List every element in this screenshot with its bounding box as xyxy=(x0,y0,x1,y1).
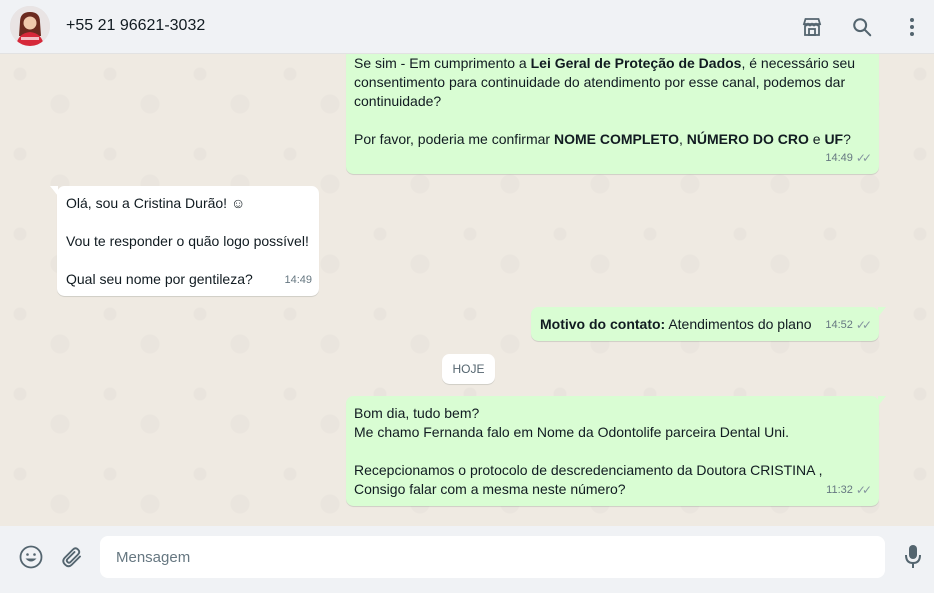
message-text: Se sim - Em cumprimento a Lei Geral de P… xyxy=(354,55,856,147)
message-time: 14:52 xyxy=(825,319,853,331)
message-input[interactable] xyxy=(100,536,885,578)
message-time: 14:49 xyxy=(284,274,312,286)
emoji-icon[interactable] xyxy=(17,543,45,571)
day-divider: HOJE xyxy=(442,354,495,384)
message-meta: 14:49 ✓✓ xyxy=(825,149,872,168)
menu-dots-icon[interactable] xyxy=(899,14,925,40)
composer-bar xyxy=(0,526,934,593)
message-text: Bom dia, tudo bem? Me chamo Fernanda falo… xyxy=(354,405,823,497)
message-meta: 14:52 ✓✓ xyxy=(825,316,872,335)
message-text: Motivo do contato: Atendimentos do plano xyxy=(540,316,812,332)
contact-name[interactable]: +55 21 96621-3032 xyxy=(66,17,205,35)
outgoing-message[interactable]: Motivo do contato: Atendimentos do plano… xyxy=(531,307,886,341)
read-ticks-icon: ✓✓ xyxy=(855,318,872,332)
bubble-tail xyxy=(50,186,58,196)
message-time: 14:49 xyxy=(825,152,853,164)
outgoing-message[interactable]: Bom dia, tudo bem? Me chamo Fernanda falo… xyxy=(346,396,886,506)
store-icon[interactable] xyxy=(799,14,825,40)
message-meta: 11:32 ✓✓ xyxy=(826,481,872,500)
outgoing-message[interactable]: Se sim - Em cumprimento a Lei Geral de P… xyxy=(346,54,879,174)
incoming-message[interactable]: Olá, sou a Cristina Durão! ☺ Vou te respo… xyxy=(50,186,319,296)
read-ticks-icon: ✓✓ xyxy=(855,151,872,165)
avatar[interactable] xyxy=(10,6,50,46)
message-text: Olá, sou a Cristina Durão! ☺ Vou te respo… xyxy=(66,195,309,287)
microphone-icon[interactable] xyxy=(899,543,927,571)
read-ticks-icon: ✓✓ xyxy=(855,483,872,497)
search-icon[interactable] xyxy=(849,14,875,40)
bubble-tail xyxy=(878,396,886,406)
bubble-tail xyxy=(878,307,886,317)
attach-icon[interactable] xyxy=(58,543,86,571)
message-time: 11:32 xyxy=(826,484,853,496)
message-meta: 14:49 xyxy=(284,271,312,290)
chat-area[interactable]: Se sim - Em cumprimento a Lei Geral de P… xyxy=(0,54,934,526)
chat-header: +55 21 96621-3032 xyxy=(0,0,934,54)
